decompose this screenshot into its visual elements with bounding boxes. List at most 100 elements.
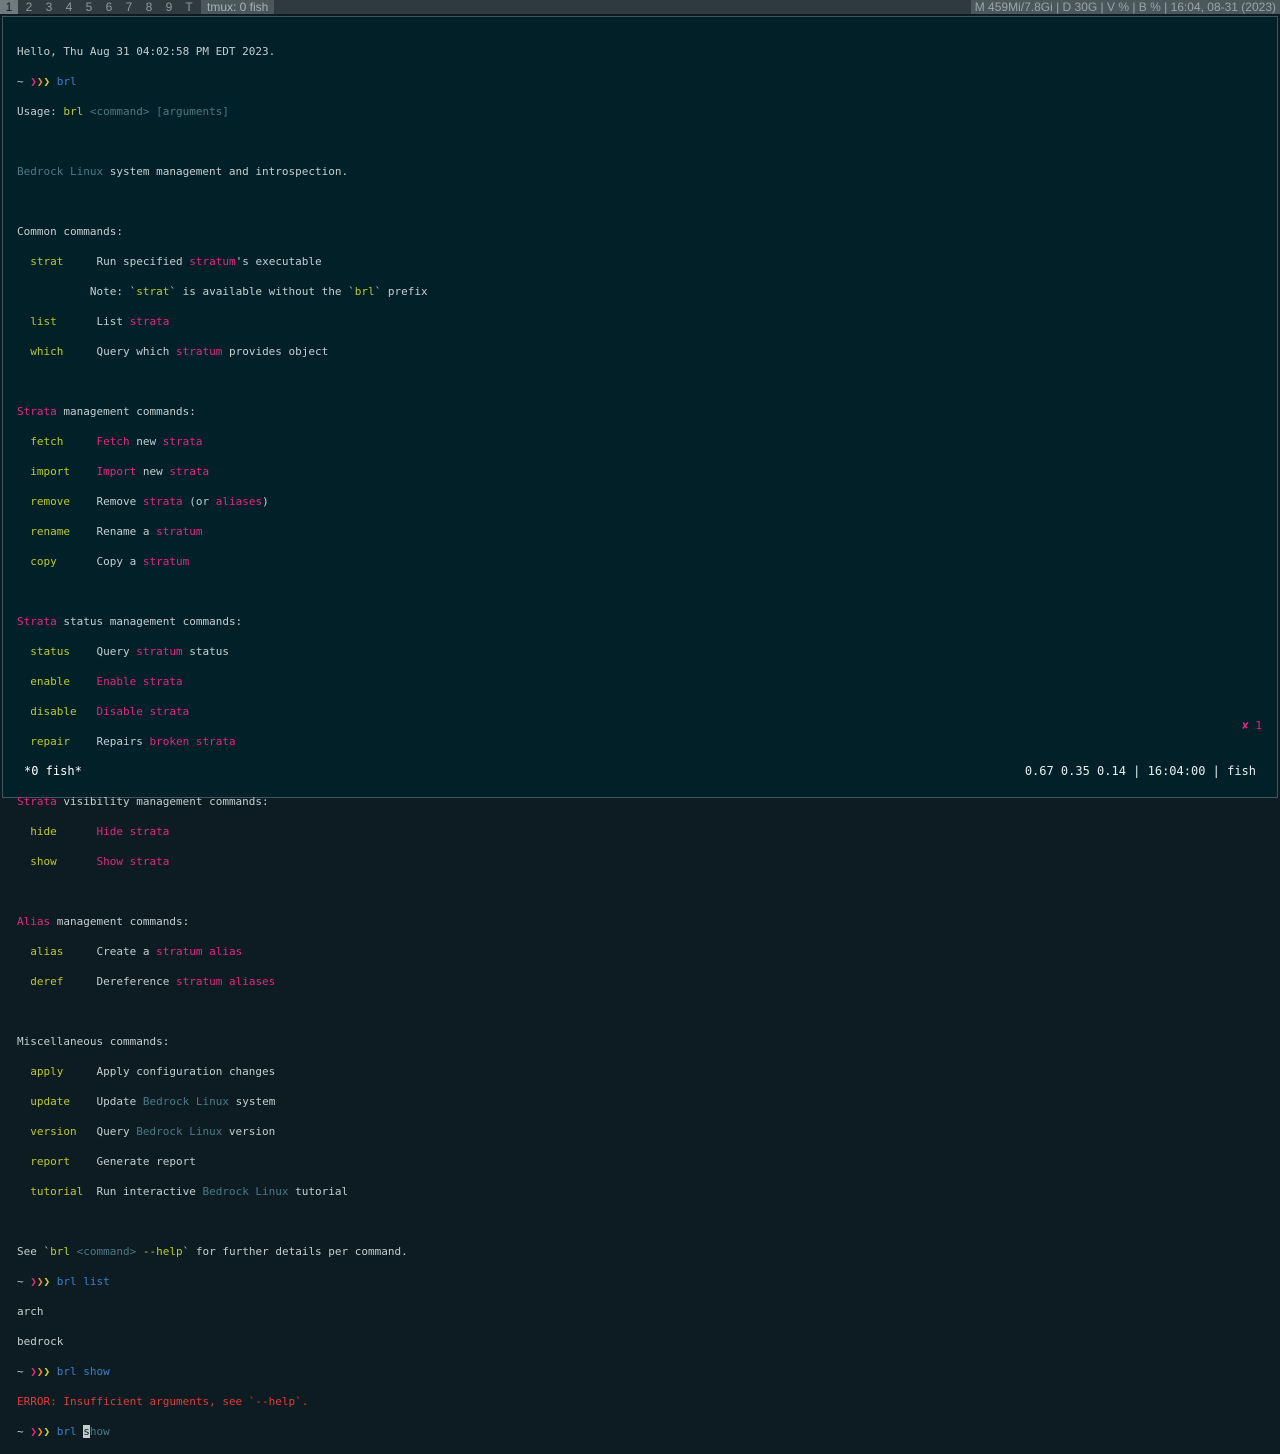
command-row: which Query which stratum provides objec… xyxy=(30,345,329,358)
workspace-4[interactable]: 4 xyxy=(59,0,79,14)
greeting-line: Hello, Thu Aug 31 04:02:58 PM EDT 2023. xyxy=(17,44,428,59)
command-row: apply Apply configuration changes xyxy=(30,1065,276,1078)
workspace-8[interactable]: 8 xyxy=(139,0,159,14)
heading-keyword: Strata xyxy=(17,405,57,418)
command-row: disable Disable strata xyxy=(30,705,190,718)
cmd-status: status xyxy=(30,645,70,658)
section-heading: Strata management commands: xyxy=(17,404,428,419)
autosuggestion: how xyxy=(89,1425,110,1438)
list-output-row: arch xyxy=(17,1304,428,1319)
prompt-arrows: ❯❯❯ xyxy=(30,1365,51,1378)
cmd-strat: strat xyxy=(30,255,64,268)
cmd-repair: repair xyxy=(30,735,70,748)
heading-text: management commands: xyxy=(56,915,190,928)
heading-keyword: Alias xyxy=(17,915,51,928)
prompt-arrows: ❯❯❯ xyxy=(30,1275,51,1288)
command-row: remove Remove strata (or aliases) xyxy=(30,495,269,508)
tmux-status-bar: *0 fish* 0.67 0.35 0.14 | 16:04:00 | fis… xyxy=(0,762,1280,782)
command-row: list List strata xyxy=(30,315,170,328)
cmd-copy: copy xyxy=(30,555,57,568)
command-row: fetch Fetch new strata xyxy=(30,435,203,448)
workspace-2[interactable]: 2 xyxy=(19,0,39,14)
cmd-update: update xyxy=(30,1095,70,1108)
cmd-alias: alias xyxy=(30,945,64,958)
workspace-6[interactable]: 6 xyxy=(99,0,119,14)
top-status-bar: 1 2 3 4 5 6 7 8 9 T tmux: 0 fish M 459Mi… xyxy=(0,0,1280,14)
see-help-line: See `brl <command> --help` for further d… xyxy=(17,1245,408,1258)
command-row: strat Run specified stratum's executable xyxy=(30,255,322,268)
command-row: import Import new strata xyxy=(30,465,210,478)
command-row: repair Repairs broken strata xyxy=(30,735,236,748)
cmd-deref: deref xyxy=(30,975,64,988)
command-row: alias Create a stratum alias xyxy=(30,945,243,958)
heading-keyword: Strata xyxy=(17,795,57,808)
workspace-1[interactable]: 1 xyxy=(0,0,18,14)
cmd-fetch: fetch xyxy=(30,435,64,448)
command-row: version Query Bedrock Linux version xyxy=(30,1125,276,1138)
system-status: M 459Mi/7.8Gi | D 30G | V % | B % | 16:0… xyxy=(970,0,1280,14)
prompt-arrows: ❯❯❯ xyxy=(30,75,51,88)
command-row: rename Rename a stratum xyxy=(30,525,203,538)
cmd-import: import xyxy=(30,465,70,478)
workspace-7[interactable]: 7 xyxy=(119,0,139,14)
prompt-line: ~ ❯❯❯ brl xyxy=(17,74,428,89)
cmd-rename: rename xyxy=(30,525,70,538)
error-status-icon: ✘ 1 xyxy=(1242,719,1262,732)
prompt-arrows: ❯❯❯ xyxy=(30,1425,51,1438)
command-row: copy Copy a stratum xyxy=(30,555,190,568)
section-heading: Strata status management commands: xyxy=(17,614,428,629)
prompt-tilde: ~ xyxy=(17,1275,24,1288)
command-text: brl xyxy=(56,75,77,88)
prompt-tilde: ~ xyxy=(17,75,24,88)
greeting-text: Hello, Thu Aug 31 04:02:58 PM EDT 2023. xyxy=(17,45,276,58)
workspace-3[interactable]: 3 xyxy=(39,0,59,14)
tmux-window-list[interactable]: *0 fish* xyxy=(24,764,82,778)
cmd-which: which xyxy=(30,345,64,358)
usage-label: Usage: xyxy=(17,105,57,118)
cmd-show: show xyxy=(30,855,57,868)
prompt-line: ~ ❯❯❯ brl show xyxy=(17,1364,428,1379)
cmd-hide: hide xyxy=(30,825,57,838)
cmd-remove: remove xyxy=(30,495,70,508)
common-heading: Common commands: xyxy=(17,225,123,238)
cmd-tutorial: tutorial xyxy=(30,1185,84,1198)
cmd-version: version xyxy=(30,1125,77,1138)
workspace-t[interactable]: T xyxy=(179,0,199,14)
heading-text: status management commands: xyxy=(63,615,243,628)
description-line: Bedrock Linux system management and intr… xyxy=(17,165,349,178)
usage-args: <command> [arguments] xyxy=(89,105,229,118)
error-text: Insufficient arguments, see `--help`. xyxy=(63,1395,309,1408)
cmd-apply: apply xyxy=(30,1065,64,1078)
command-text: brl list xyxy=(56,1275,110,1288)
section-heading: Common commands: xyxy=(17,224,428,239)
terminal-output: Hello, Thu Aug 31 04:02:58 PM EDT 2023. … xyxy=(17,29,428,1454)
list-output-row: bedrock xyxy=(17,1334,428,1349)
section-heading: Miscellaneous commands: xyxy=(17,1034,428,1049)
input-command[interactable]: brl xyxy=(57,1425,77,1438)
command-row: show Show strata xyxy=(30,855,170,868)
stratum-name: bedrock xyxy=(17,1335,64,1348)
command-note: Note: `strat` is available without the `… xyxy=(17,285,428,298)
stratum-name: arch xyxy=(17,1305,44,1318)
usage-cmd: brl xyxy=(63,105,84,118)
command-text: brl show xyxy=(56,1365,110,1378)
prompt-tilde: ~ xyxy=(17,1425,24,1438)
workspace-5[interactable]: 5 xyxy=(79,0,99,14)
text-cursor[interactable]: s xyxy=(83,1425,90,1438)
command-row: tutorial Run interactive Bedrock Linux t… xyxy=(30,1185,349,1198)
section-heading: Alias management commands: xyxy=(17,914,428,929)
heading-keyword: Strata xyxy=(17,615,57,628)
heading-text: visibility management commands: xyxy=(63,795,269,808)
misc-heading: Miscellaneous commands: xyxy=(17,1035,170,1048)
error-line: ERROR: Insufficient arguments, see `--he… xyxy=(17,1394,428,1409)
cmd-report: report xyxy=(30,1155,70,1168)
command-row: status Query stratum status xyxy=(30,645,229,658)
cmd-list: list xyxy=(30,315,57,328)
command-row: report Generate report xyxy=(30,1155,196,1168)
command-row: deref Dereference stratum aliases xyxy=(30,975,276,988)
workspace-9[interactable]: 9 xyxy=(159,0,179,14)
prompt-tilde: ~ xyxy=(17,1365,24,1378)
window-title: tmux: 0 fish xyxy=(201,0,275,14)
input-line[interactable]: ~ ❯❯❯ brl show xyxy=(17,1424,428,1439)
command-row: enable Enable strata xyxy=(30,675,183,688)
